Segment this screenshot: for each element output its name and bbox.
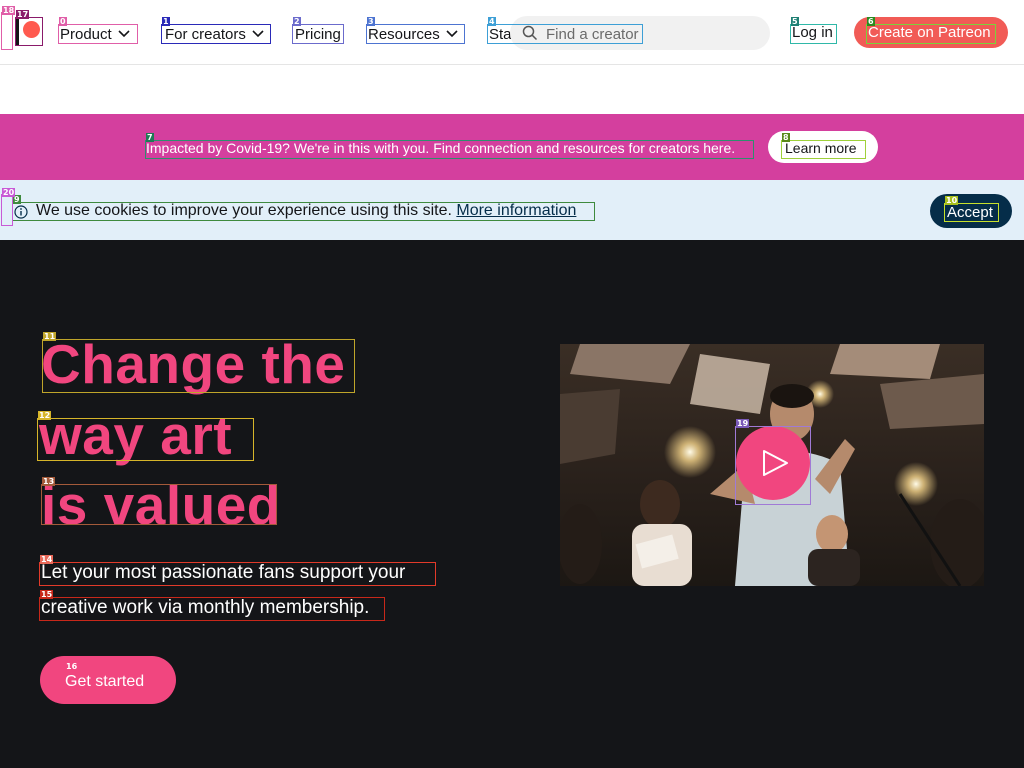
nav-pricing[interactable]: Pricing [295, 24, 341, 44]
more-information-link[interactable]: More information [456, 202, 576, 219]
nav-for-creators-label: For creators [165, 25, 246, 43]
patreon-logo-dot[interactable] [23, 21, 40, 38]
chevron-down-icon [446, 30, 458, 38]
nav-product-label: Product [60, 25, 112, 43]
accept-cookies-label[interactable]: Accept [947, 204, 993, 221]
nav-starter-kits[interactable]: Sta [489, 24, 512, 44]
hero-subtitle-line-1: Let your most passionate fans support yo… [41, 562, 406, 583]
nav-product[interactable]: Product [60, 24, 130, 44]
nav-for-creators[interactable]: For creators [165, 24, 264, 44]
hero-headline-line-2: way art [39, 404, 233, 466]
nav-resources-label: Resources [368, 25, 440, 43]
covid-banner-link[interactable]: Impacted by Covid-19? We're in this with… [146, 140, 735, 156]
nav-pricing-label: Pricing [295, 25, 341, 43]
chevron-down-icon [118, 30, 130, 38]
cookie-text: We use cookies to improve your experienc… [36, 202, 452, 219]
hero-headline-line-3: is valued [41, 474, 281, 536]
search-icon [522, 25, 538, 41]
nav-starter-label: Sta [489, 25, 512, 43]
hero-headline-line-1: Change the [41, 333, 346, 395]
hero-subtitle-line-2: creative work via monthly membership. [41, 597, 370, 618]
patreon-logo-bar[interactable] [16, 19, 19, 45]
play-icon [763, 450, 788, 476]
get-started-label[interactable]: Get started [65, 673, 144, 691]
login-link[interactable]: Log in [792, 24, 833, 41]
play-video-button[interactable] [736, 426, 810, 500]
nav-resources[interactable]: Resources [368, 24, 458, 44]
create-on-patreon-label[interactable]: Create on Patreon [868, 24, 991, 41]
cookie-message: We use cookies to improve your experienc… [36, 202, 576, 220]
info-icon [14, 205, 28, 219]
search-input[interactable] [546, 24, 642, 44]
learn-more-label[interactable]: Learn more [785, 140, 857, 156]
chevron-down-icon [252, 30, 264, 38]
